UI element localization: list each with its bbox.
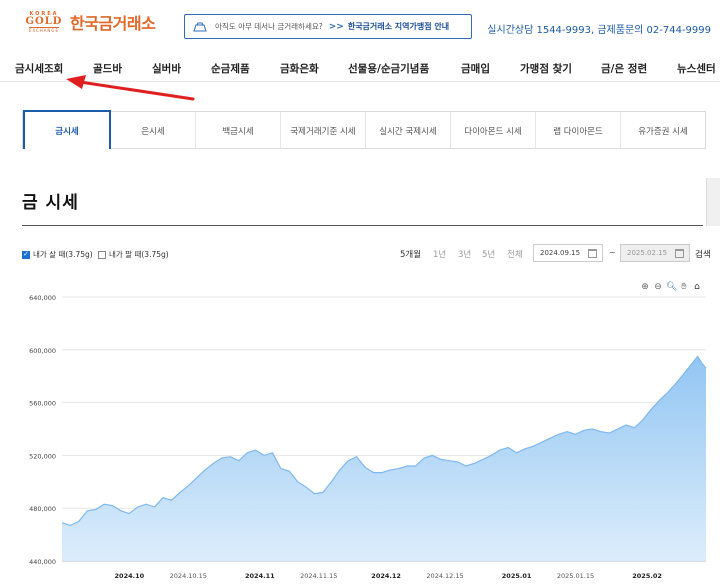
tab-diamond-price[interactable]: 다이아몬드 시세 xyxy=(451,111,536,149)
period-all[interactable]: 전체 xyxy=(507,248,523,260)
promo-question: 아직도 아무 데서나 금거래하세요? xyxy=(215,22,323,31)
nav-item-gifts[interactable]: 선물용/순금기념품 xyxy=(348,61,429,76)
promo-franchise-link[interactable]: 한국금거래소 지역가맹점 안내 xyxy=(348,21,449,32)
page-title: 금 시세 xyxy=(22,193,79,213)
tab-gold-price[interactable]: 금시세 xyxy=(23,110,111,149)
period-5-months[interactable]: 5개월 xyxy=(400,248,421,260)
tab-international-standard[interactable]: 국제거래기준 시세 xyxy=(281,111,366,149)
nav-item-coins[interactable]: 금화은화 xyxy=(280,61,319,76)
gold-price-chart[interactable]: 440,000 480,000 520,000 560,000 600,000 640,0… xyxy=(0,290,720,586)
side-floating-panel[interactable] xyxy=(706,178,720,226)
y-tick-label: 560,000 xyxy=(29,400,56,408)
tab-realtime-international[interactable]: 실시간 국제시세 xyxy=(366,111,451,149)
x-tick-label: 2024.12 xyxy=(371,572,401,580)
nav-item-find-store[interactable]: 가맹점 찾기 xyxy=(520,61,572,76)
franchise-promo-banner[interactable]: 아직도 아무 데서나 금거래하세요? >> 한국금거래소 지역가맹점 안내 xyxy=(184,14,472,39)
tab-platinum-price[interactable]: 백금시세 xyxy=(196,111,281,149)
tab-lab-diamond[interactable]: 랩 다이아몬드 xyxy=(536,111,621,149)
nav-item-gold-price[interactable]: 금시세조회 xyxy=(15,61,63,76)
nav-item-refining[interactable]: 금/은 정련 xyxy=(601,61,647,76)
period-5-years[interactable]: 5년 xyxy=(482,248,495,260)
y-tick-label: 520,000 xyxy=(29,452,56,460)
nav-item-gold-purchase[interactable]: 금매입 xyxy=(461,61,490,76)
x-tick-label: 2025.01.15 xyxy=(557,572,594,580)
x-tick-label: 2024.12.15 xyxy=(426,572,463,580)
logo-exchange-text: EXCHANGE xyxy=(28,26,60,33)
sell-price-label: 내가 팔 때(3.75g) xyxy=(109,250,169,259)
price-category-tabs: 금시세 은시세 백금시세 국제거래기준 시세 실시간 국제시세 다이아몬드 시세… xyxy=(22,110,706,149)
tab-securities-price[interactable]: 유가증권 시세 xyxy=(621,111,705,149)
price-area-fill xyxy=(62,356,706,561)
search-button[interactable]: 검색 xyxy=(695,248,711,260)
annotation-arrow-icon xyxy=(66,75,195,101)
site-logo[interactable]: KOREA GOLD EXCHANGE 한국금거래소 xyxy=(22,10,156,34)
period-3-years[interactable]: 3년 xyxy=(458,248,471,260)
title-divider xyxy=(22,225,703,226)
chart-controls: ✓ 내가 살 때(3.75g) 내가 팔 때(3.75g) 5개월 1년 3년 … xyxy=(22,243,712,265)
x-tick-label: 2024.10.15 xyxy=(170,572,207,580)
nav-item-news[interactable]: 뉴스센터 xyxy=(677,61,716,76)
date-range-separator: ~ xyxy=(609,248,616,257)
calendar-icon[interactable] xyxy=(588,249,597,258)
buy-price-label: 내가 살 때(3.75g) xyxy=(33,250,93,259)
end-date-value: 2025.02.15 xyxy=(627,249,668,257)
nav-item-pure-gold[interactable]: 순금제품 xyxy=(211,61,250,76)
y-tick-label: 600,000 xyxy=(29,347,56,355)
checkbox-checked-icon[interactable]: ✓ xyxy=(22,250,30,259)
x-tick-label: 2025.01 xyxy=(502,572,532,580)
gold-exchange-logo-mark: KOREA GOLD EXCHANGE xyxy=(22,10,66,34)
sell-price-checkbox[interactable]: 내가 팔 때(3.75g) xyxy=(98,249,169,260)
contact-phone-info: 실시간상담 1544-9993, 금제품문의 02-744-9999 xyxy=(487,25,711,36)
logo-gold-text: GOLD xyxy=(25,15,63,27)
x-tick-label: 2024.10 xyxy=(115,572,145,580)
y-tick-label: 440,000 xyxy=(29,558,56,566)
y-tick-label: 640,000 xyxy=(29,294,56,302)
buy-price-checkbox[interactable]: ✓ 내가 살 때(3.75g) xyxy=(22,249,93,260)
start-date-input[interactable]: 2024.09.15 xyxy=(533,244,603,262)
calendar-icon[interactable] xyxy=(675,249,684,258)
gold-bar-icon xyxy=(193,22,207,31)
period-1-year[interactable]: 1년 xyxy=(433,248,446,260)
tab-silver-price[interactable]: 은시세 xyxy=(111,111,196,149)
y-tick-label: 480,000 xyxy=(29,505,56,513)
end-date-input[interactable]: 2025.02.15 xyxy=(620,244,690,262)
start-date-value: 2024.09.15 xyxy=(540,249,581,257)
promo-arrow: >> xyxy=(328,21,344,32)
logo-company-name: 한국금거래소 xyxy=(70,14,156,33)
checkbox-unchecked-icon[interactable] xyxy=(98,250,106,259)
x-tick-label: 2024.11 xyxy=(245,572,275,580)
x-tick-label: 2024.11.15 xyxy=(300,572,337,580)
site-header: KOREA GOLD EXCHANGE 한국금거래소 아직도 아무 데서나 금거… xyxy=(0,0,720,52)
x-tick-label: 2025.02 xyxy=(632,572,662,580)
